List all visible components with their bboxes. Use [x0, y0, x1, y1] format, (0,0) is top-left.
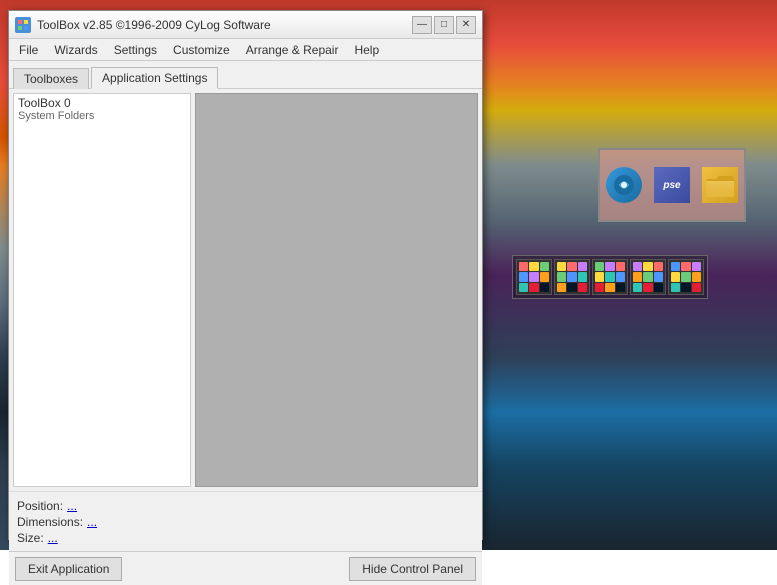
- size-value[interactable]: ...: [48, 531, 58, 545]
- app-icon: [15, 17, 31, 33]
- title-bar-controls: — □ ✕: [412, 16, 476, 34]
- grid-icon-5[interactable]: [668, 259, 704, 295]
- menu-help[interactable]: Help: [348, 41, 385, 59]
- menu-file[interactable]: File: [13, 41, 44, 59]
- cell: [654, 272, 663, 281]
- cell: [557, 262, 566, 271]
- bottom-bar: Exit Application Hide Control Panel: [9, 551, 482, 585]
- cell: [633, 272, 642, 281]
- toolbox-item-title: ToolBox 0: [18, 96, 186, 110]
- cell: [578, 272, 587, 281]
- pse-icon[interactable]: pse: [652, 165, 692, 205]
- toolbox-list: ToolBox 0 System Folders: [13, 93, 191, 487]
- title-bar-left: ToolBox v2.85 ©1996-2009 CyLog Software: [15, 17, 271, 33]
- cell: [529, 272, 538, 281]
- status-bar: Position: ... Dimensions: ... Size: ...: [9, 491, 482, 551]
- menu-arrange-repair[interactable]: Arrange & Repair: [240, 41, 345, 59]
- cell: [605, 283, 614, 292]
- cell: [681, 262, 690, 271]
- title-bar: ToolBox v2.85 ©1996-2009 CyLog Software …: [9, 11, 482, 39]
- cell: [567, 272, 576, 281]
- cell: [643, 272, 652, 281]
- position-row: Position: ...: [17, 499, 474, 513]
- folder-icon-inner: [702, 167, 738, 203]
- cell: [616, 283, 625, 292]
- grid-icon-1[interactable]: [516, 259, 552, 295]
- folder-icon[interactable]: [700, 165, 740, 205]
- tab-toolboxes[interactable]: Toolboxes: [13, 68, 89, 89]
- cell: [671, 283, 680, 292]
- tabs-bar: Toolboxes Application Settings: [9, 61, 482, 89]
- cell: [578, 262, 587, 271]
- menu-bar: File Wizards Settings Customize Arrange …: [9, 39, 482, 61]
- dimensions-row: Dimensions: ...: [17, 515, 474, 529]
- cell: [595, 283, 604, 292]
- cell: [595, 272, 604, 281]
- close-button[interactable]: ✕: [456, 16, 476, 34]
- dimensions-value[interactable]: ...: [87, 515, 97, 529]
- cell: [567, 262, 576, 271]
- menu-settings[interactable]: Settings: [108, 41, 163, 59]
- grid-icon-3[interactable]: [592, 259, 628, 295]
- cell: [519, 283, 528, 292]
- grid-icon-4[interactable]: [630, 259, 666, 295]
- cell: [519, 262, 528, 271]
- cell: [616, 272, 625, 281]
- grid-icon-2[interactable]: [554, 259, 590, 295]
- tab-application-settings[interactable]: Application Settings: [91, 67, 218, 89]
- cell: [529, 283, 538, 292]
- position-label: Position:: [17, 499, 63, 513]
- toolbox-item-subtitle: System Folders: [18, 110, 186, 122]
- cell: [529, 262, 538, 271]
- position-value[interactable]: ...: [67, 499, 77, 513]
- cell: [633, 283, 642, 292]
- main-content: ToolBox 0 System Folders: [9, 89, 482, 491]
- cell: [671, 262, 680, 271]
- cell: [605, 262, 614, 271]
- sketchbook-icon[interactable]: [604, 165, 644, 205]
- cell: [595, 262, 604, 271]
- toolbox-grid-widget: [512, 255, 708, 299]
- hide-control-panel-button[interactable]: Hide Control Panel: [349, 557, 476, 581]
- cell: [540, 272, 549, 281]
- cell: [643, 283, 652, 292]
- cell: [567, 283, 576, 292]
- cell: [654, 283, 663, 292]
- preview-area: [195, 93, 478, 487]
- cell: [633, 262, 642, 271]
- cell: [605, 272, 614, 281]
- exit-application-button[interactable]: Exit Application: [15, 557, 122, 581]
- size-row: Size: ...: [17, 531, 474, 545]
- cell: [681, 272, 690, 281]
- app-window: ToolBox v2.85 ©1996-2009 CyLog Software …: [8, 10, 483, 540]
- cell: [692, 283, 701, 292]
- menu-wizards[interactable]: Wizards: [48, 41, 103, 59]
- cell: [578, 283, 587, 292]
- dimensions-label: Dimensions:: [17, 515, 83, 529]
- cell: [519, 272, 528, 281]
- size-label: Size:: [17, 531, 44, 545]
- cell: [692, 272, 701, 281]
- cell: [557, 283, 566, 292]
- pse-icon-inner: pse: [654, 167, 690, 203]
- desktop-icon-group: pse: [598, 148, 746, 222]
- cell: [654, 262, 663, 271]
- cell: [616, 262, 625, 271]
- maximize-button[interactable]: □: [434, 16, 454, 34]
- cell: [671, 272, 680, 281]
- window-title: ToolBox v2.85 ©1996-2009 CyLog Software: [37, 18, 271, 32]
- cell: [643, 262, 652, 271]
- cell: [681, 283, 690, 292]
- cell: [692, 262, 701, 271]
- toolbox-item-0[interactable]: ToolBox 0 System Folders: [14, 94, 190, 124]
- blue-circle-icon: [606, 167, 642, 203]
- cell: [540, 283, 549, 292]
- cell: [557, 272, 566, 281]
- cell: [540, 262, 549, 271]
- menu-customize[interactable]: Customize: [167, 41, 236, 59]
- minimize-button[interactable]: —: [412, 16, 432, 34]
